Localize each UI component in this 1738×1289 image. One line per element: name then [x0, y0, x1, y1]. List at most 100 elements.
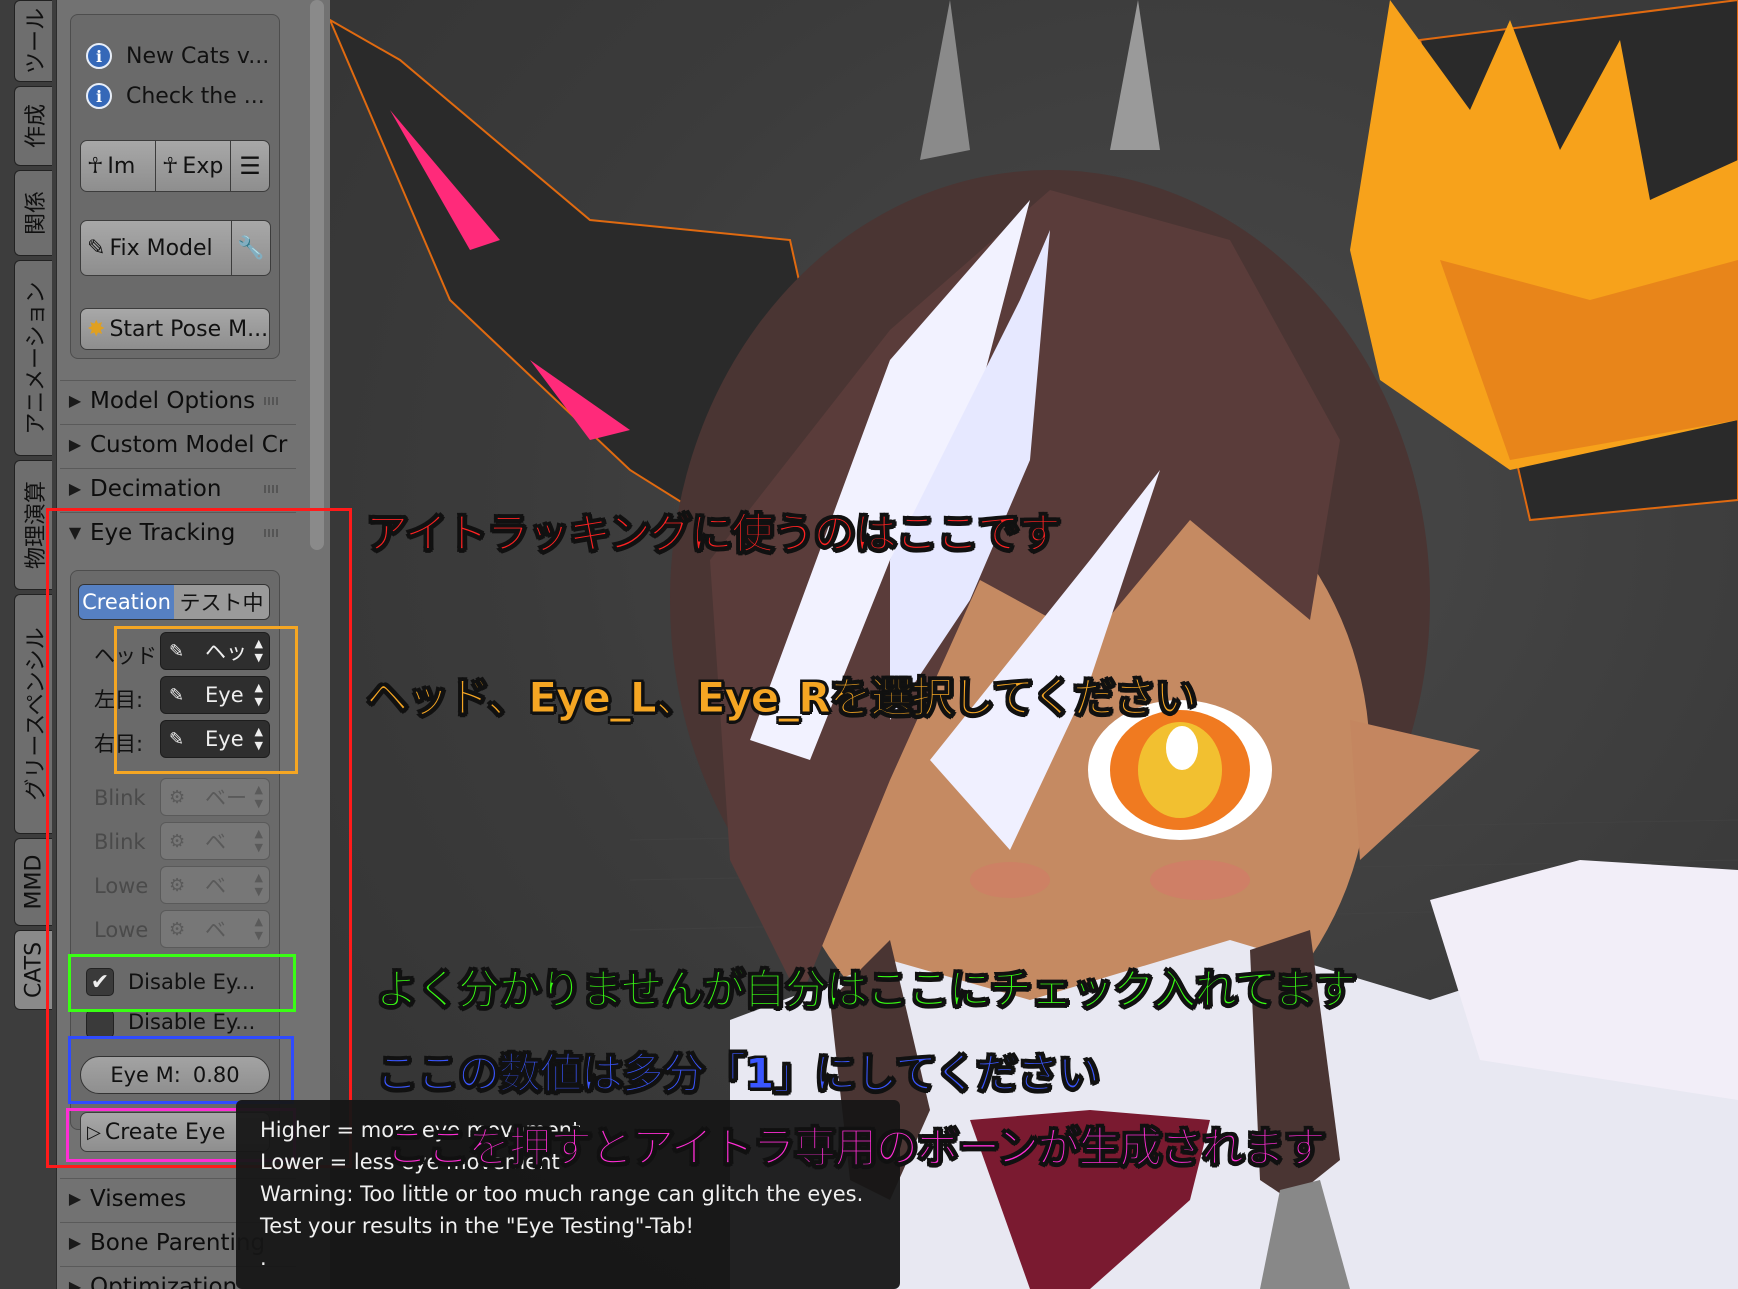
fix-model-label: Fix Model	[109, 235, 213, 261]
collapsed-triangle-icon: ▶	[68, 1189, 82, 1208]
section-optimization-label: Optimization	[90, 1273, 238, 1289]
armature-icon: ☥	[162, 153, 179, 179]
vtab-grease-pencil[interactable]: グリースペンシル	[14, 594, 52, 834]
vtab-physics-label: 物理演算	[23, 480, 49, 570]
up-down-arrows-icon: ▲ ▼	[254, 827, 263, 854]
vtab-animation-label: アニメーション	[23, 281, 49, 435]
expanded-triangle-icon: ▼	[68, 523, 82, 542]
start-pose-label: Start Pose M...	[109, 316, 269, 342]
annotation-text-green: よく分かりませんが自分はここにチェック入れてます	[375, 965, 1356, 1015]
section-decimation-label: Decimation	[90, 475, 222, 502]
disable-eye-blinking-label: Disable Ey...	[128, 970, 256, 994]
tooltip-line-5: .	[260, 1246, 267, 1270]
checkmark-icon: ✔	[90, 969, 110, 995]
vtab-tools-label: ツール	[23, 7, 49, 75]
info-row-check: i Check the ...	[86, 78, 265, 114]
lowerlid-left-label: Lowe	[94, 874, 149, 898]
collapsed-triangle-icon: ▶	[68, 1233, 82, 1252]
vtab-cats-label: CATS	[21, 941, 46, 999]
section-decimation[interactable]: ▶ Decimation	[60, 468, 296, 508]
left-eye-field[interactable]: ✎ Eye ▲ ▼	[160, 676, 270, 714]
section-eye-tracking-label: Eye Tracking	[90, 519, 236, 546]
lowerlid-right-label: Lowe	[94, 918, 149, 942]
export-button[interactable]: ☥ Exp	[155, 140, 231, 192]
collapsed-triangle-icon: ▶	[68, 479, 82, 498]
bone-icon: ✎	[169, 640, 185, 662]
up-down-arrows-icon: ▲ ▼	[254, 637, 263, 664]
drag-grip-icon[interactable]	[264, 529, 278, 537]
head-bone-label: ヘッド	[94, 644, 157, 668]
vtab-create-label: 作成	[23, 103, 49, 149]
info-icon: i	[86, 83, 112, 109]
lowerlid-left-value: ベ	[205, 874, 226, 898]
annotation-text-orange: ヘッド、Eye_L、Eye_Rを選択してください	[365, 673, 1197, 723]
collapsed-triangle-icon: ▶	[68, 1277, 82, 1289]
vtab-physics[interactable]: 物理演算	[14, 460, 52, 590]
vtab-relations-label: 関係	[23, 190, 49, 236]
shapekey-icon: ⚙	[169, 918, 186, 940]
import-button[interactable]: ☥ Im	[80, 140, 156, 192]
tooltip-line-4: Test your results in the "Eye Testing"-T…	[260, 1214, 694, 1238]
section-model-options[interactable]: ▶ Model Options	[60, 380, 296, 420]
eye-movement-slider[interactable]: Eye M: 0.80	[80, 1056, 270, 1094]
vtab-mmd-label: MMD	[21, 854, 46, 910]
head-bone-value: ヘッ	[205, 640, 247, 664]
annotation-text-magenta: ここを押すとアイトラ専用のボーンが生成されます	[386, 1123, 1327, 1173]
fix-model-button[interactable]: ✎ Fix Model	[80, 220, 232, 276]
lowerlid-right-field: ⚙ ベ ▲ ▼	[160, 910, 270, 948]
lowerlid-right-value: ベ	[205, 918, 226, 942]
menu-button[interactable]: ☰	[230, 140, 270, 192]
wink-right-field: ⚙ ベ ▲ ▼	[160, 822, 270, 860]
panel-scrollbar[interactable]	[310, 0, 324, 550]
shapekey-icon: ⚙	[169, 830, 186, 852]
wrench-icon: 🔧	[237, 235, 265, 261]
section-eye-tracking[interactable]: ▼ Eye Tracking	[60, 512, 296, 552]
left-eye-value: Eye	[205, 683, 244, 707]
create-eye-tracking-label: Create Eye	[104, 1119, 226, 1145]
export-label: Exp	[182, 153, 224, 179]
wink-left-label: Blink	[94, 786, 146, 810]
fix-model-settings-button[interactable]: 🔧	[231, 220, 271, 276]
vtab-tools[interactable]: ツール	[14, 0, 52, 82]
drag-grip-icon[interactable]	[264, 397, 278, 405]
vtab-relations[interactable]: 関係	[14, 170, 52, 256]
disable-eye-movement-checkbox[interactable]	[86, 1010, 114, 1038]
disable-eye-blinking-checkbox[interactable]: ✔	[86, 968, 114, 996]
left-eye-label: 左目:	[94, 688, 144, 712]
vtab-create[interactable]: 作成	[14, 86, 52, 166]
drag-grip-icon[interactable]	[264, 485, 278, 493]
wink-right-label: Blink	[94, 830, 146, 854]
annotation-text-blue: ここの数値は多分「1」にしてください	[376, 1049, 1101, 1099]
tab-testing[interactable]: テスト中	[174, 585, 269, 619]
right-eye-label: 右目:	[94, 732, 144, 756]
up-down-arrows-icon: ▲ ▼	[254, 681, 263, 708]
annotation-text-red: アイトラッキングに使うのはここです	[366, 509, 1062, 559]
info-row-new-version: i New Cats v...	[86, 38, 269, 74]
vtab-animation[interactable]: アニメーション	[14, 260, 52, 456]
up-down-arrows-icon: ▲ ▼	[254, 783, 263, 810]
shapekey-icon: ⚙	[169, 874, 186, 896]
tab-creation[interactable]: Creation	[79, 585, 174, 619]
bone-icon: ✎	[169, 684, 185, 706]
wink-left-field: ⚙ ベー ▲ ▼	[160, 778, 270, 816]
eye-tracking-mode-tabs: Creation テスト中	[78, 584, 270, 620]
vertical-tab-strip: ツール 作成 関係 アニメーション 物理演算 グリースペンシル MMD CATS	[0, 0, 56, 1289]
eye-movement-label: Eye M:	[110, 1063, 181, 1087]
info-text-check: Check the ...	[126, 83, 265, 109]
up-down-arrows-icon: ▲ ▼	[254, 915, 263, 942]
play-triangle-icon: ▷	[87, 1121, 101, 1143]
vtab-mmd[interactable]: MMD	[14, 838, 52, 926]
wink-right-value: ベ	[205, 830, 226, 854]
info-icon: i	[86, 43, 112, 69]
section-model-options-label: Model Options	[90, 387, 256, 414]
up-down-arrows-icon: ▲ ▼	[254, 725, 263, 752]
right-eye-field[interactable]: ✎ Eye ▲ ▼	[160, 720, 270, 758]
vtab-cats[interactable]: CATS	[14, 930, 52, 1010]
section-visemes-label: Visemes	[90, 1185, 187, 1212]
info-text-new-version: New Cats v...	[126, 43, 270, 69]
wrench-bone-icon: ✎	[87, 235, 106, 261]
start-pose-mode-button[interactable]: ✸ Start Pose M...	[80, 308, 270, 350]
section-custom-model[interactable]: ▶ Custom Model Cr	[60, 424, 296, 464]
import-label: Im	[107, 153, 136, 179]
head-bone-field[interactable]: ✎ ヘッ ▲ ▼	[160, 632, 270, 670]
